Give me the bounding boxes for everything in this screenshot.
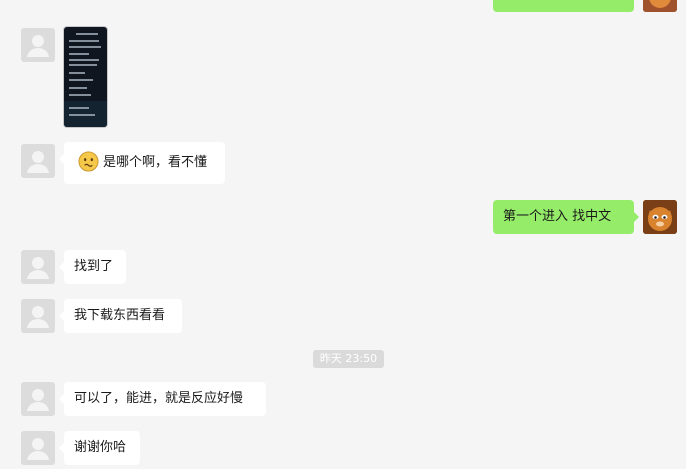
avatar-self[interactable] [643, 0, 677, 12]
message-bubble-contact[interactable]: 找到了 [59, 250, 126, 284]
avatar-contact[interactable] [21, 382, 55, 416]
avatar-self[interactable] [643, 200, 677, 234]
avatar-contact[interactable] [21, 144, 55, 178]
avatar-contact[interactable] [21, 431, 55, 465]
message-bubble-contact[interactable]: 谢谢你哈 [59, 431, 140, 465]
avatar-contact[interactable] [21, 250, 55, 284]
message-text: 是哪个啊，看不懂 [103, 155, 208, 170]
message-bubble-self[interactable]: 第一个进入 找中文 [493, 0, 634, 12]
time-separator: 昨天 23:50 [313, 350, 384, 368]
message-bubble-contact[interactable]: 我下载东西看看 [59, 299, 182, 333]
avatar-contact[interactable] [21, 299, 55, 333]
message-bubble-contact[interactable]: 可以了，能进，就是反应好慢 [59, 382, 266, 416]
confused-emoji-icon [78, 150, 99, 172]
avatar-contact[interactable] [21, 28, 55, 62]
message-bubble-self[interactable]: 第一个进入 找中文 [493, 200, 639, 234]
message-bubble-contact[interactable]: 是哪个啊，看不懂 [59, 142, 225, 184]
image-message-thumbnail[interactable] [64, 27, 107, 127]
